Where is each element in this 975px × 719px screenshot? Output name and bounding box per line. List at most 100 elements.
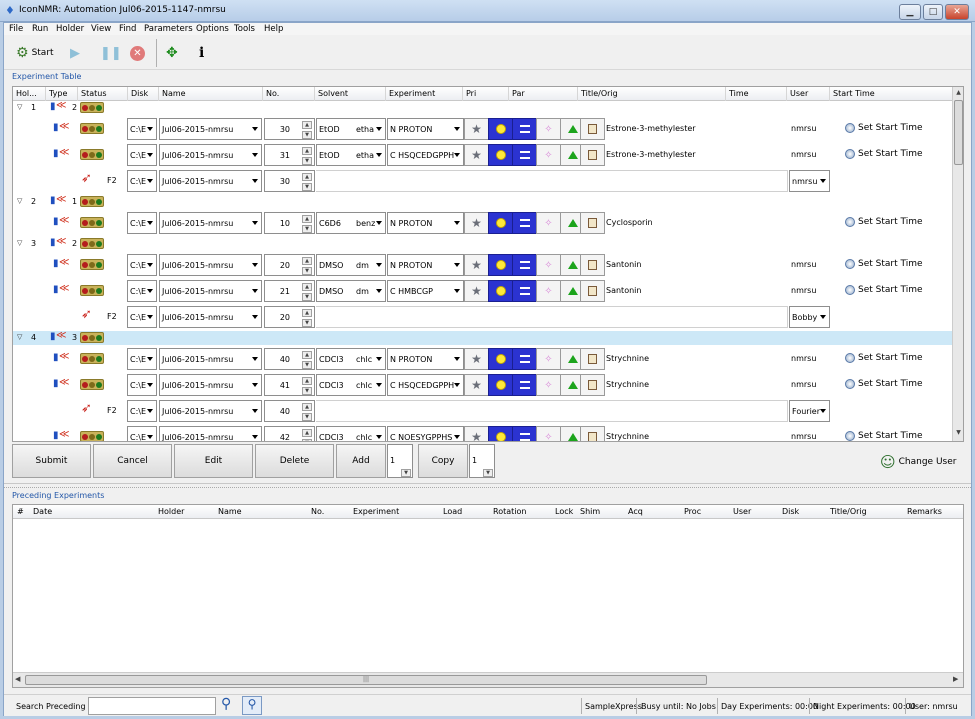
par-sun-button[interactable] bbox=[488, 144, 513, 166]
solvent-select[interactable]: CDCl3 chlc bbox=[316, 374, 386, 396]
par-document-button[interactable] bbox=[580, 254, 605, 276]
par-equals-button[interactable] bbox=[512, 212, 537, 234]
par-sun-button[interactable] bbox=[488, 348, 513, 370]
name-select[interactable]: Jul06-2015-nmrsu bbox=[159, 212, 262, 234]
menu-options[interactable]: Options bbox=[196, 24, 229, 34]
par-sun-button[interactable] bbox=[488, 280, 513, 302]
experiment-row[interactable]: ▮ ≪ C:\E Jul06-2015-nmrsu 40 ▲ ▼ CDCl3 chlc N PRO… bbox=[13, 347, 952, 371]
par-sun-button[interactable] bbox=[488, 118, 513, 140]
stepper-down-icon[interactable]: ▼ bbox=[302, 267, 312, 275]
stepper-up-icon[interactable]: ▲ bbox=[302, 351, 312, 359]
preceding-column-header[interactable]: Disk bbox=[782, 507, 799, 516]
disk-select[interactable]: C:\E bbox=[127, 144, 157, 166]
stepper-up-icon[interactable]: ▲ bbox=[302, 309, 312, 317]
preceding-column-header[interactable]: Holder bbox=[158, 507, 184, 516]
par-equals-button[interactable] bbox=[512, 118, 537, 140]
name-select[interactable]: Jul06-2015-nmrsu bbox=[159, 426, 262, 441]
par-document-button[interactable] bbox=[580, 144, 605, 166]
holder-group-row[interactable]: ▽ 3 ▮ ≪ 2 bbox=[13, 236, 952, 251]
column-header[interactable]: Par bbox=[512, 89, 525, 98]
collapse-arrow-icon[interactable]: ▽ bbox=[17, 239, 22, 247]
column-header[interactable]: Experiment bbox=[389, 89, 435, 98]
column-header[interactable]: Start Time bbox=[833, 89, 875, 98]
preceding-column-header[interactable]: User bbox=[733, 507, 751, 516]
number-stepper[interactable]: 21 ▲ ▼ bbox=[264, 280, 315, 302]
experiment-row[interactable]: ▮ ≪ C:\E Jul06-2015-nmrsu 10 ▲ ▼ C6D6 benz N PROT… bbox=[13, 211, 952, 235]
set-start-time-link[interactable]: Set Start Time bbox=[858, 217, 923, 227]
experiment-select[interactable]: C HSQCEDGPPH bbox=[387, 144, 464, 166]
clock-icon[interactable] bbox=[845, 217, 855, 227]
clock-icon[interactable] bbox=[845, 123, 855, 133]
stepper-down-icon[interactable]: ▼ bbox=[302, 319, 312, 327]
priority-button[interactable]: ★ bbox=[464, 144, 489, 166]
menu-parameters[interactable]: Parameters bbox=[144, 24, 193, 34]
experiment-row[interactable]: ➶ F2 C:\E Jul06-2015-nmrsu 20 ▲ ▼ Bobby bbox=[13, 305, 952, 329]
column-header[interactable]: Time bbox=[729, 89, 749, 98]
par-equals-button[interactable] bbox=[512, 426, 537, 441]
preceding-column-header[interactable]: Title/Orig bbox=[830, 507, 867, 516]
experiment-select[interactable]: C HSQCEDGPPH bbox=[387, 374, 464, 396]
experiment-vertical-scrollbar[interactable]: ▲ ▼ bbox=[952, 87, 963, 441]
par-equals-button[interactable] bbox=[512, 348, 537, 370]
stepper-up-icon[interactable]: ▲ bbox=[302, 283, 312, 291]
disk-select[interactable]: C:\E bbox=[127, 118, 157, 140]
name-select[interactable]: Jul06-2015-nmrsu bbox=[159, 118, 262, 140]
experiment-row[interactable]: ▮ ≪ C:\E Jul06-2015-nmrsu 31 ▲ ▼ EtOD etha C HSQC… bbox=[13, 143, 952, 167]
par-equals-button[interactable] bbox=[512, 144, 537, 166]
scroll-left-arrow[interactable]: ◀ bbox=[15, 675, 20, 683]
stepper-down-icon[interactable]: ▼ bbox=[302, 387, 312, 395]
number-stepper[interactable]: 40 ▲ ▼ bbox=[264, 400, 315, 422]
column-header[interactable]: No. bbox=[266, 89, 279, 98]
stepper-up-icon[interactable]: ▲ bbox=[302, 173, 312, 181]
number-stepper[interactable]: 10 ▲ ▼ bbox=[264, 212, 315, 234]
name-select[interactable]: Jul06-2015-nmrsu bbox=[159, 400, 262, 422]
experiment-row[interactable]: ➶ F2 C:\E Jul06-2015-nmrsu 40 ▲ ▼ Fourier bbox=[13, 399, 952, 423]
scroll-up-arrow[interactable]: ▲ bbox=[954, 89, 963, 99]
preceding-column-header[interactable]: Rotation bbox=[493, 507, 526, 516]
preceding-column-header[interactable]: Shim bbox=[580, 507, 600, 516]
set-start-time-link[interactable]: Set Start Time bbox=[858, 285, 923, 295]
par-document-button[interactable] bbox=[580, 118, 605, 140]
preceding-column-header[interactable]: # bbox=[17, 507, 24, 516]
preceding-column-header[interactable]: Name bbox=[218, 507, 242, 516]
preceding-column-header[interactable]: Load bbox=[443, 507, 462, 516]
column-header[interactable]: Title/Orig bbox=[581, 89, 618, 98]
stop-button[interactable]: ✕ bbox=[130, 43, 145, 63]
priority-button[interactable]: ★ bbox=[464, 348, 489, 370]
par-spin-button[interactable]: ✧ bbox=[536, 348, 561, 370]
holder-group-row[interactable]: ▽ 2 ▮ ≪ 1 bbox=[13, 194, 952, 209]
column-header[interactable]: Pri bbox=[466, 89, 476, 98]
par-equals-button[interactable] bbox=[512, 374, 537, 396]
par-spin-button[interactable]: ✧ bbox=[536, 212, 561, 234]
preceding-horizontal-scrollbar[interactable]: ◀ ||| ▶ bbox=[13, 672, 963, 687]
solvent-select[interactable]: C6D6 benz bbox=[316, 212, 386, 234]
pause-button[interactable]: ❚❚ bbox=[100, 43, 122, 63]
stepper-down-icon[interactable]: ▼ bbox=[302, 293, 312, 301]
holder-group-row[interactable]: ▽ 4 ▮ ≪ 3 bbox=[13, 330, 952, 345]
par-spin-button[interactable]: ✧ bbox=[536, 118, 561, 140]
priority-button[interactable]: ★ bbox=[464, 254, 489, 276]
set-start-time-link[interactable]: Set Start Time bbox=[858, 123, 923, 133]
add-count-stepper[interactable]: 1 ▼ bbox=[387, 444, 413, 478]
par-sun-button[interactable] bbox=[488, 426, 513, 441]
stepper-down-icon[interactable]: ▼ bbox=[302, 157, 312, 165]
experiment-select[interactable]: N PROTON bbox=[387, 254, 464, 276]
par-sun-button[interactable] bbox=[488, 254, 513, 276]
name-select[interactable]: Jul06-2015-nmrsu bbox=[159, 348, 262, 370]
scroll-down-arrow[interactable]: ▼ bbox=[954, 429, 963, 439]
stepper-up-icon[interactable]: ▲ bbox=[302, 377, 312, 385]
stepper-down-icon[interactable]: ▼ bbox=[302, 413, 312, 421]
menu-tools[interactable]: Tools bbox=[234, 24, 255, 34]
par-spin-button[interactable]: ✧ bbox=[536, 254, 561, 276]
experiment-select[interactable]: N PROTON bbox=[387, 212, 464, 234]
clock-icon[interactable] bbox=[845, 379, 855, 389]
menu-view[interactable]: View bbox=[91, 24, 111, 34]
clock-icon[interactable] bbox=[845, 149, 855, 159]
disk-select[interactable]: C:\E bbox=[127, 212, 157, 234]
tools-button[interactable]: ✥ bbox=[166, 43, 178, 63]
par-spin-button[interactable]: ✧ bbox=[536, 426, 561, 441]
experiment-row[interactable]: ▮ ≪ C:\E Jul06-2015-nmrsu 20 ▲ ▼ DMSO dm N PROTON… bbox=[13, 253, 952, 277]
solvent-select[interactable]: CDCl3 chlc bbox=[316, 348, 386, 370]
par-document-button[interactable] bbox=[580, 374, 605, 396]
clock-icon[interactable] bbox=[845, 353, 855, 363]
